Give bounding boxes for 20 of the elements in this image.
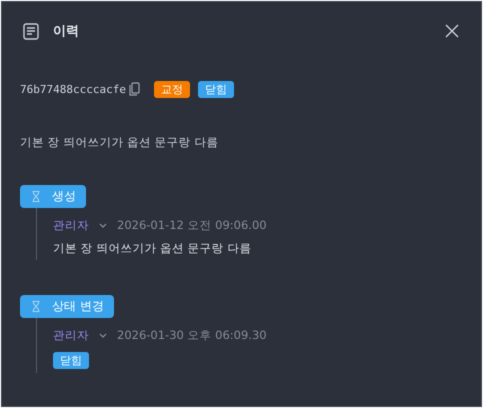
- hourglass-icon: [32, 301, 40, 312]
- close-icon[interactable]: [445, 24, 459, 38]
- event-content: 기본 장 띄어쓰기가 옵션 문구랑 다름: [53, 241, 252, 256]
- timestamp: 2026-01-12 오전 09:06.00: [117, 218, 267, 233]
- record-id: 76b77488ccccacfe: [20, 82, 126, 96]
- event-title: 생성: [52, 188, 76, 205]
- timestamp: 2026-01-30 오후 06:09.30: [117, 328, 267, 343]
- chevron-down-icon[interactable]: [99, 333, 107, 338]
- status-tag: 닫힘: [198, 80, 234, 98]
- user-name[interactable]: 관리자: [53, 328, 89, 343]
- description: 기본 장 띄어쓰기가 옵션 문구랑 다름: [20, 135, 220, 150]
- copy-icon[interactable]: [128, 82, 140, 96]
- hourglass-icon: [32, 191, 40, 202]
- status-tag: 닫힘: [53, 352, 89, 369]
- user-name[interactable]: 관리자: [53, 218, 89, 233]
- chevron-down-icon[interactable]: [99, 223, 107, 228]
- document-icon: [23, 22, 39, 40]
- window-title: 이력: [53, 23, 79, 40]
- status-tag: 교정: [154, 80, 190, 98]
- event-title: 상태 변경: [52, 298, 104, 315]
